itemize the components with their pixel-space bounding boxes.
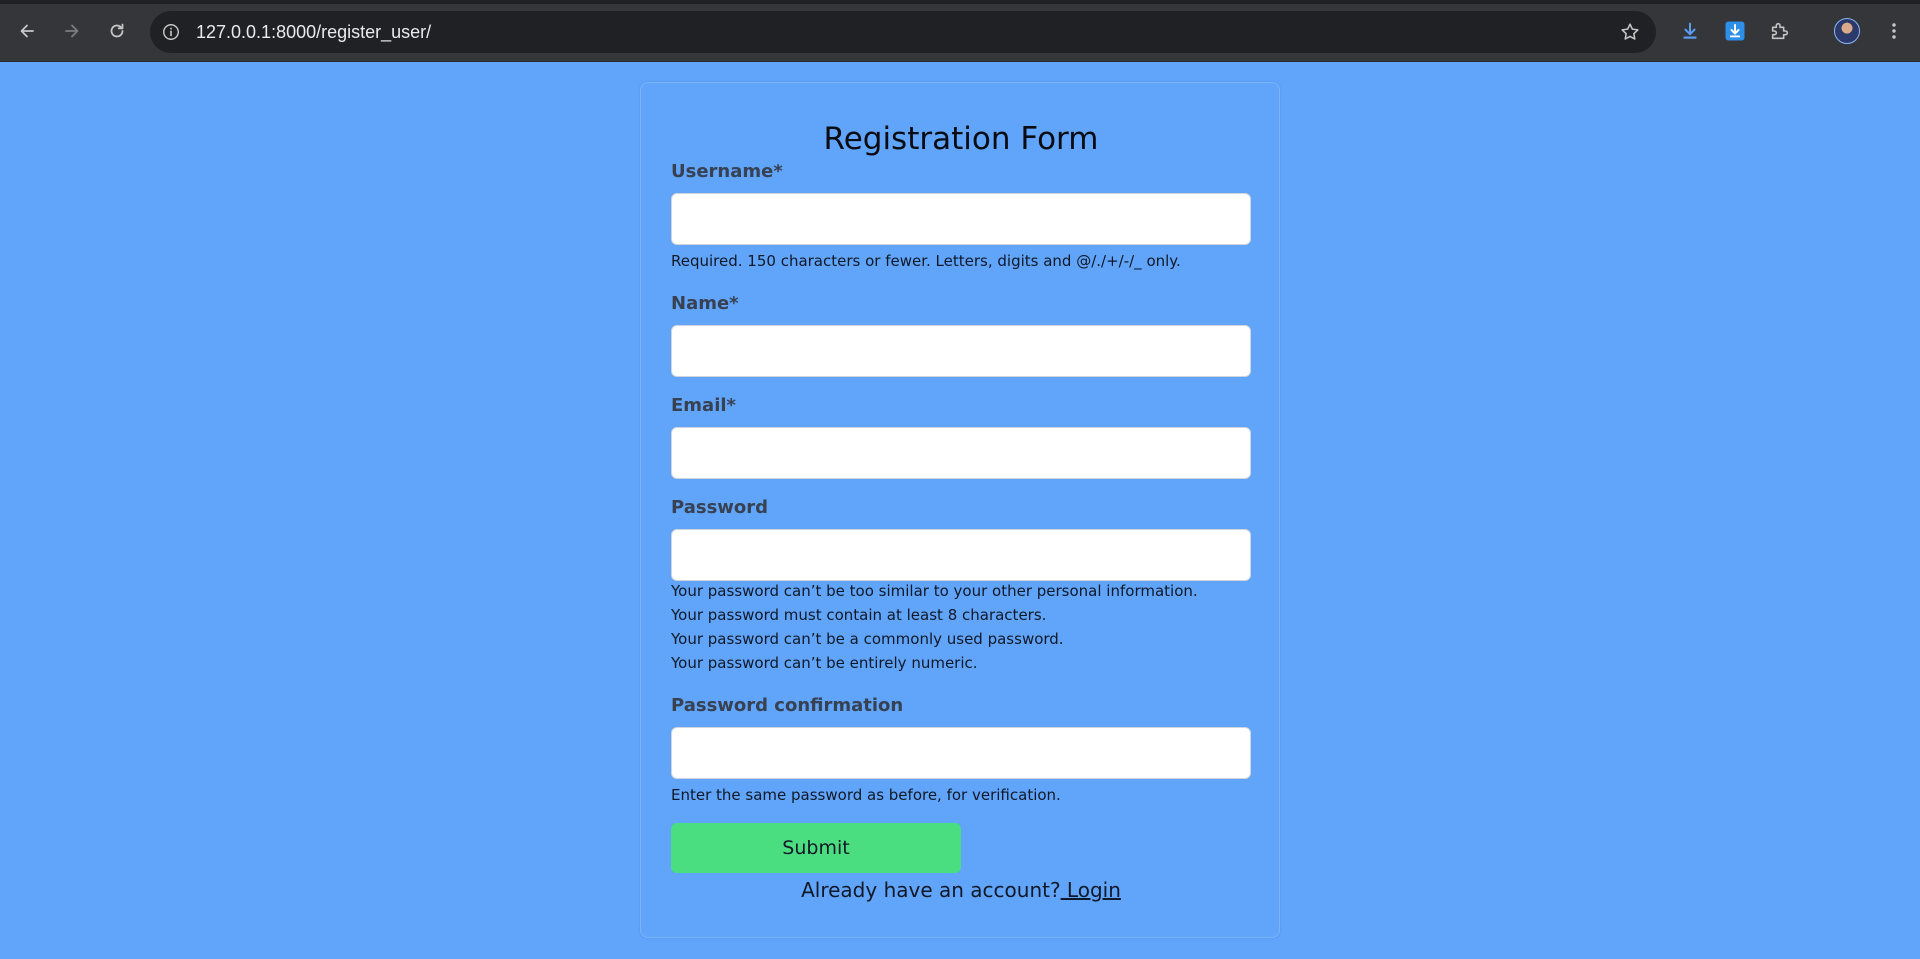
password-label: Password [671, 497, 769, 518]
login-prompt: Already have an account? Login [641, 878, 1281, 902]
puzzle-icon[interactable] [1764, 15, 1796, 47]
password-help-line: Your password can’t be entirely numeric. [671, 654, 978, 672]
arrow-left-icon [20, 24, 34, 38]
username-help-text: Required. 150 characters or fewer. Lette… [671, 252, 1181, 270]
reload-button[interactable] [99, 13, 135, 49]
tab-strip [0, 0, 1920, 4]
browser-toolbar: 127.0.0.1:8000/register_user/ [0, 0, 1920, 62]
back-button[interactable] [9, 13, 45, 49]
url-text[interactable]: 127.0.0.1:8000/register_user/ [196, 22, 431, 43]
address-bar[interactable]: 127.0.0.1:8000/register_user/ [150, 11, 1656, 53]
arrow-right-icon [65, 24, 79, 38]
info-icon[interactable] [160, 21, 182, 43]
password-confirmation-label: Password confirmation [671, 695, 904, 716]
kebab-menu-icon[interactable] [1878, 15, 1910, 47]
password-confirmation-help: Enter the same password as before, for v… [671, 783, 1061, 807]
reload-icon [110, 23, 124, 38]
profile-avatar[interactable] [1834, 18, 1860, 44]
submit-button[interactable]: Submit [671, 823, 961, 873]
download-box-icon[interactable] [1719, 15, 1751, 47]
email-label: Email* [671, 395, 736, 416]
password-help: Your password can’t be too similar to yo… [671, 579, 1198, 675]
password-help-line: Your password can’t be too similar to yo… [671, 582, 1198, 600]
username-help: Required. 150 characters or fewer. Lette… [671, 249, 1181, 273]
password-confirmation-help-text: Enter the same password as before, for v… [671, 786, 1061, 804]
password-help-line: Your password can’t be a commonly used p… [671, 630, 1064, 648]
password-confirmation-input[interactable] [671, 727, 1251, 779]
password-input[interactable] [671, 529, 1251, 581]
star-icon[interactable] [1618, 20, 1642, 44]
email-input[interactable] [671, 427, 1251, 479]
login-prompt-text: Already have an account? [801, 878, 1061, 902]
form-title: Registration Form [823, 121, 1099, 157]
forward-button[interactable] [54, 13, 90, 49]
username-label: Username* [671, 161, 783, 182]
download-icon[interactable] [1674, 15, 1706, 47]
password-help-line: Your password must contain at least 8 ch… [671, 606, 1047, 624]
registration-card: Registration Form Username* Required. 15… [640, 82, 1280, 938]
name-label: Name* [671, 293, 739, 314]
login-link[interactable]: Login [1061, 878, 1121, 902]
name-input[interactable] [671, 325, 1251, 377]
username-input[interactable] [671, 193, 1251, 245]
